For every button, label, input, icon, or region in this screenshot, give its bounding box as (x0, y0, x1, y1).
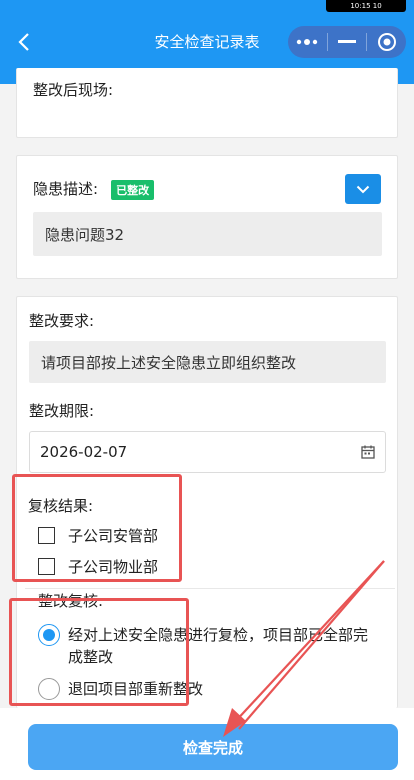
chevron-down-icon (356, 185, 370, 193)
deadline-date-value: 2026-02-07 (40, 443, 128, 461)
status-badge: 已整改 (111, 179, 155, 200)
status-pill: 10:15 10 (326, 0, 406, 12)
calendar-icon (361, 445, 375, 459)
close-miniprogram-button[interactable] (367, 26, 406, 58)
hazard-label: 隐患描述: (33, 180, 99, 198)
requirements-value: 请项目部按上述安全隐患立即组织整改 (29, 341, 386, 383)
expand-button[interactable] (345, 174, 381, 204)
annotation-box-review (12, 474, 182, 582)
submit-button[interactable]: 检查完成 (28, 724, 398, 770)
requirements-label: 整改要求: (29, 312, 95, 330)
annotation-box-recheck (9, 598, 189, 706)
more-dots-icon (297, 39, 318, 45)
target-icon (377, 33, 396, 51)
divider (25, 588, 395, 589)
more-button[interactable] (288, 26, 327, 58)
hazard-card: 隐患描述: 已整改 隐患问题32 (16, 155, 398, 279)
hazard-header: 隐患描述: 已整改 (33, 178, 155, 200)
after-rectification-card: 整改后现场: (16, 68, 398, 138)
hazard-description: 隐患问题32 (33, 212, 382, 256)
after-rectification-label: 整改后现场: (33, 81, 114, 99)
minimize-button[interactable] (328, 26, 367, 58)
deadline-label: 整改期限: (29, 402, 95, 420)
minimize-icon (338, 40, 356, 43)
mini-program-capsule (288, 26, 406, 58)
deadline-date-input[interactable]: 2026-02-07 (29, 431, 386, 473)
